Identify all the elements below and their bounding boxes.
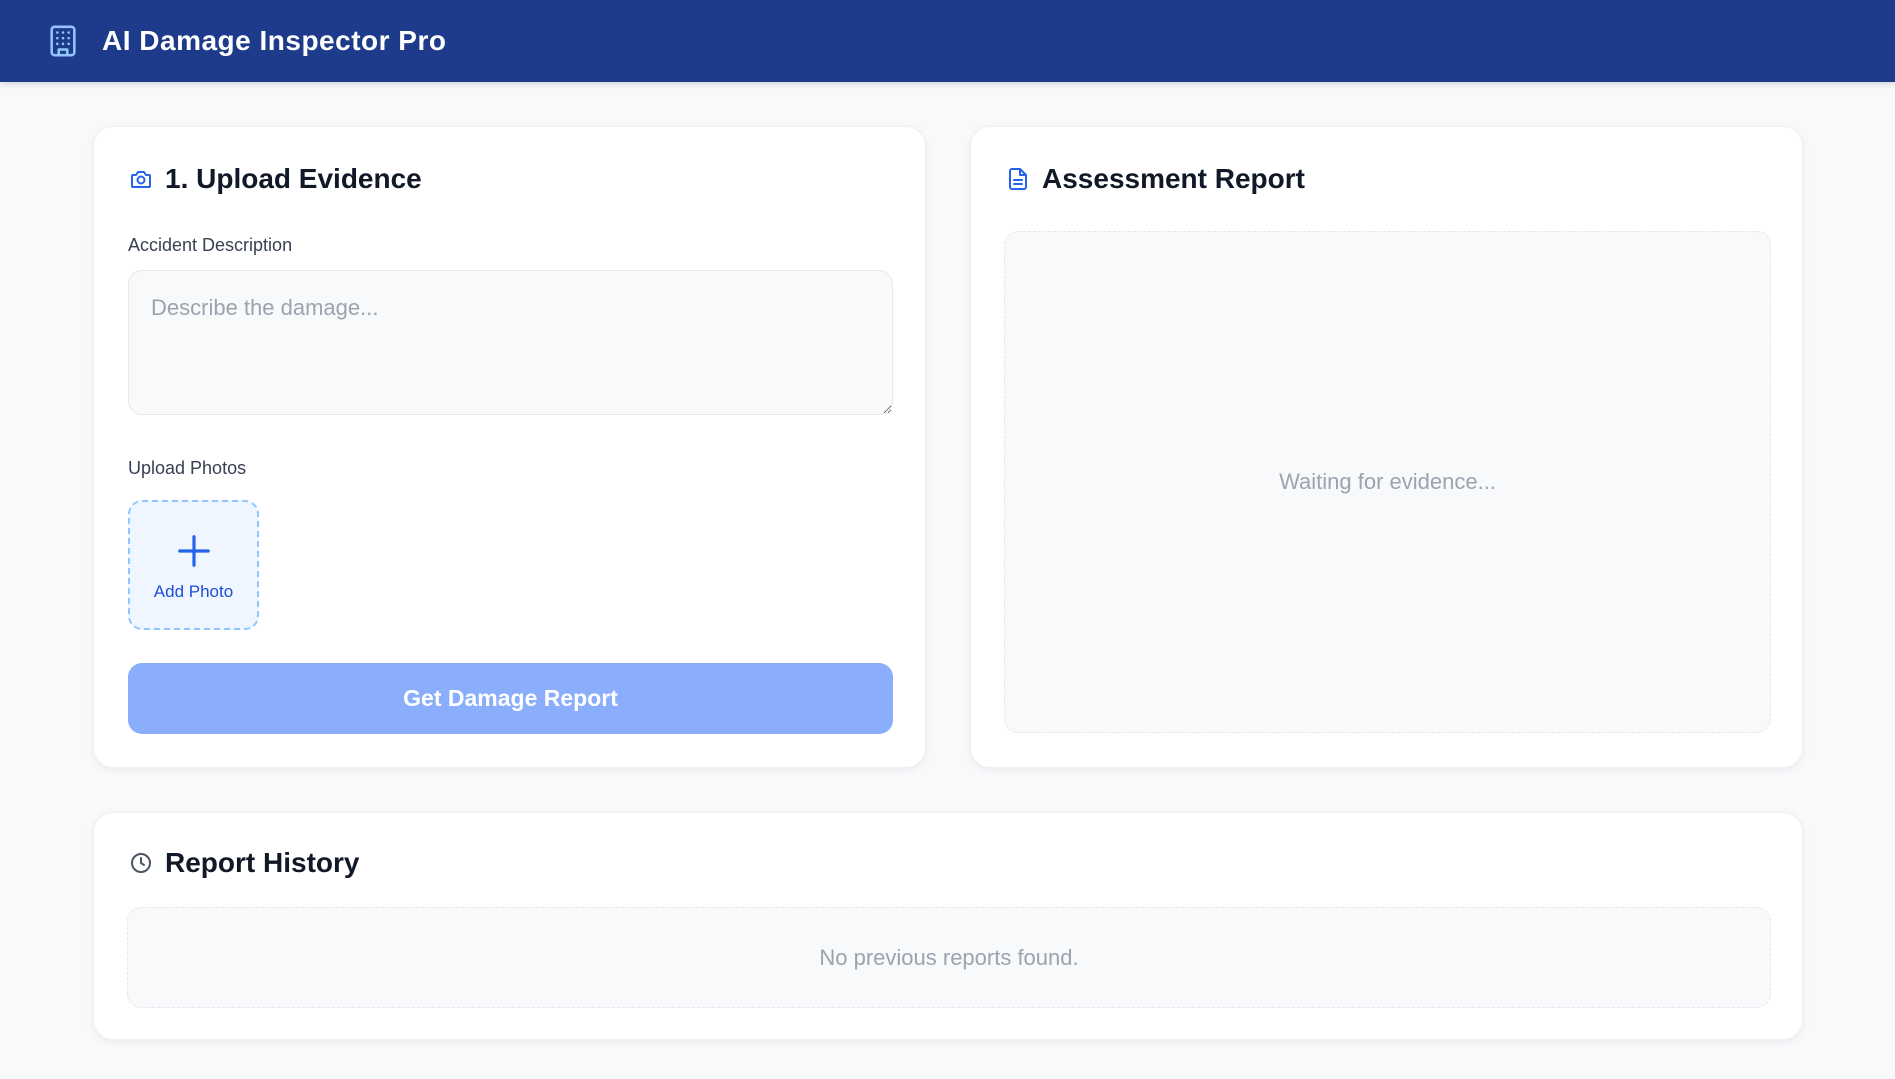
plus-icon [175,532,213,570]
report-card-header: Assessment Report [1005,163,1305,195]
clock-icon [128,850,154,876]
add-photo-button[interactable]: Add Photo [128,500,259,630]
assessment-report-card: Assessment Report Waiting for evidence..… [970,126,1803,768]
upload-card-title: 1. Upload Evidence [165,163,422,194]
history-card-header: Report History [128,847,359,879]
upload-evidence-card: 1. Upload Evidence Accident Description … [93,126,926,768]
history-empty-text: No previous reports found. [819,944,1079,970]
app-title: AI Damage Inspector Pro [102,25,447,56]
accident-description-input[interactable] [128,270,893,415]
get-damage-report-button[interactable]: Get Damage Report [128,663,893,734]
report-output-area: Waiting for evidence... [1004,231,1771,733]
history-list-area: No previous reports found. [127,907,1771,1008]
report-history-card: Report History No previous reports found… [93,812,1803,1040]
report-card-title: Assessment Report [1042,163,1305,194]
accident-description-label: Accident Description [128,235,293,255]
document-icon [1005,166,1031,192]
upload-card-header: 1. Upload Evidence [128,163,422,195]
building-icon [44,22,82,60]
upload-photos-label: Upload Photos [128,458,247,478]
history-card-title: Report History [165,847,360,878]
report-placeholder: Waiting for evidence... [1279,469,1496,494]
camera-icon [128,166,154,192]
top-bar: AI Damage Inspector Pro [0,0,1895,82]
add-photo-label: Add Photo [153,582,234,601]
